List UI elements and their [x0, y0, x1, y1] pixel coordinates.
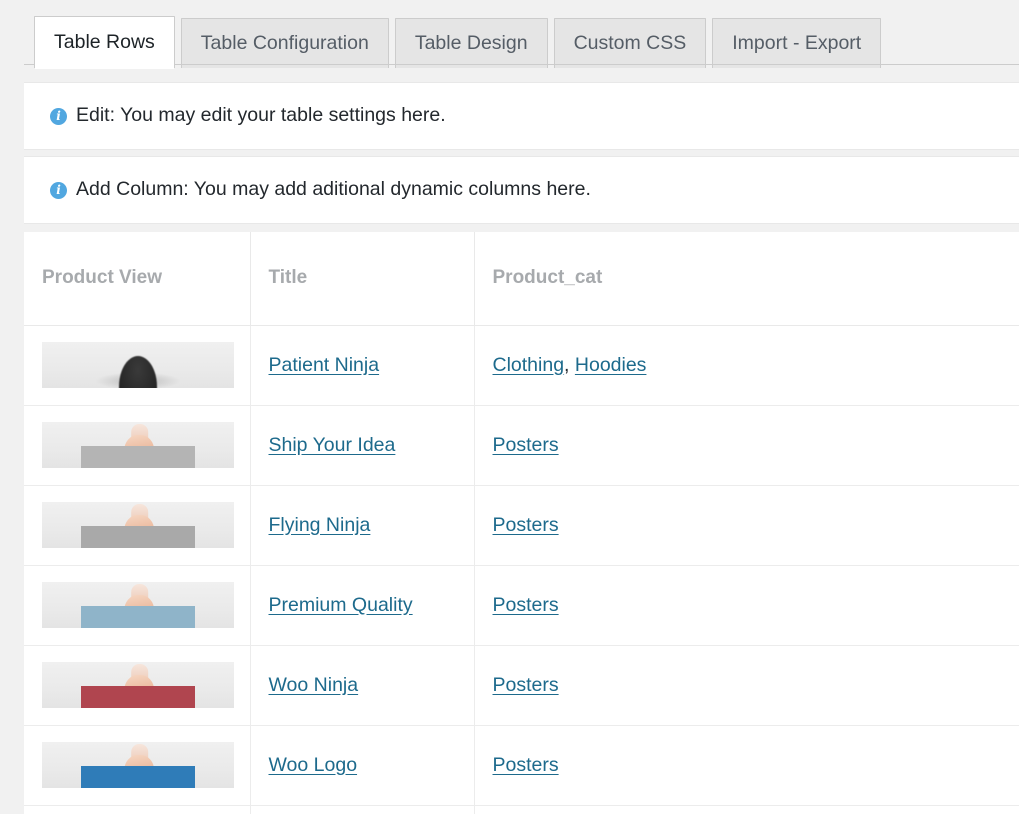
cell-title [250, 805, 474, 814]
info-icon: i [50, 108, 67, 125]
cell-title: Ship Your Idea [250, 405, 474, 485]
table-row: Patient Ninja Clothing, Hoodies [24, 325, 1019, 405]
category-separator: , [564, 354, 575, 376]
plugin-settings-page: Table RowsTable ConfigurationTable Desig… [0, 0, 1019, 814]
product-thumbnail-image [42, 662, 234, 708]
cell-product-view [24, 565, 250, 645]
cell-title: Woo Logo [250, 725, 474, 805]
cell-title: Flying Ninja [250, 485, 474, 565]
product-category-link[interactable]: Posters [493, 594, 559, 616]
info-icon: i [50, 182, 67, 199]
product-category-link[interactable]: Clothing [493, 354, 565, 376]
product-category-link[interactable]: Posters [493, 754, 559, 776]
product-title-link[interactable]: Patient Ninja [269, 354, 380, 376]
tab-import-export[interactable]: Import - Export [712, 18, 881, 68]
cell-title: Premium Quality [250, 565, 474, 645]
cell-product-view [24, 805, 250, 814]
tab-list: Table RowsTable ConfigurationTable Desig… [34, 16, 887, 68]
cell-product-cat: Posters [474, 645, 1019, 725]
product-thumbnail-image [42, 582, 234, 628]
column-header-product-view[interactable]: Product View [24, 232, 250, 325]
product-title-link[interactable]: Woo Ninja [269, 674, 359, 696]
product-title-link[interactable]: Ship Your Idea [269, 434, 396, 456]
tab-custom-css[interactable]: Custom CSS [554, 18, 707, 68]
product-thumbnail-image [42, 422, 234, 468]
product-category-link[interactable]: Posters [493, 434, 559, 456]
cell-product-view [24, 325, 250, 405]
cell-product-view [24, 405, 250, 485]
poster-shape [81, 686, 195, 708]
table-rows-panel: Product View Title Product_cat Patient N… [24, 232, 1019, 814]
table-header-row: Product View Title Product_cat [24, 232, 1019, 325]
cell-product-cat: Posters [474, 405, 1019, 485]
product-thumbnail-image [42, 502, 234, 548]
column-header-product-cat[interactable]: Product_cat [474, 232, 1019, 325]
tab-table-configuration[interactable]: Table Configuration [181, 18, 389, 68]
table-row: Flying Ninja Posters [24, 485, 1019, 565]
product-table: Product View Title Product_cat Patient N… [24, 232, 1019, 814]
product-thumbnail-image [42, 342, 234, 388]
table-body: Patient NinjaClothing, HoodiesShip Your … [24, 325, 1019, 814]
product-category-link[interactable]: Hoodies [575, 354, 647, 376]
notice-add-column-text: Add Column: You may add aditional dynami… [76, 180, 591, 200]
notice-edit-text: Edit: You may edit your table settings h… [76, 106, 446, 126]
cell-product-cat: Clothing, Hoodies [474, 325, 1019, 405]
table-row: Woo Ninja Posters [24, 645, 1019, 725]
product-title-link[interactable]: Flying Ninja [269, 514, 371, 536]
table-row [24, 805, 1019, 814]
table-header: Product View Title Product_cat [24, 232, 1019, 325]
cell-title: Patient Ninja [250, 325, 474, 405]
tab-table-rows[interactable]: Table Rows [34, 16, 175, 68]
product-category-link[interactable]: Posters [493, 514, 559, 536]
cell-product-cat: Posters [474, 565, 1019, 645]
cell-product-view [24, 645, 250, 725]
tab-table-design[interactable]: Table Design [395, 18, 548, 68]
poster-shape [81, 446, 195, 468]
cell-product-cat: Posters [474, 725, 1019, 805]
table-row: Woo Logo Posters [24, 725, 1019, 805]
poster-shape [81, 606, 195, 628]
table-row: Ship Your Idea Posters [24, 405, 1019, 485]
product-title-link[interactable]: Premium Quality [269, 594, 413, 616]
product-category-link[interactable]: Posters [493, 674, 559, 696]
notice-add-column: i Add Column: You may add aditional dyna… [24, 156, 1019, 224]
cell-product-cat: Posters [474, 485, 1019, 565]
cell-product-cat [474, 805, 1019, 814]
notice-edit: i Edit: You may edit your table settings… [24, 82, 1019, 150]
cell-product-view [24, 485, 250, 565]
table-row: Premium Quality Posters [24, 565, 1019, 645]
tab-bar: Table RowsTable ConfigurationTable Desig… [0, 0, 1019, 67]
product-title-link[interactable]: Woo Logo [269, 754, 358, 776]
poster-shape [81, 766, 195, 788]
poster-shape [81, 526, 195, 548]
cell-title: Woo Ninja [250, 645, 474, 725]
column-header-title[interactable]: Title [250, 232, 474, 325]
cell-product-view [24, 725, 250, 805]
product-thumbnail-image [42, 742, 234, 788]
